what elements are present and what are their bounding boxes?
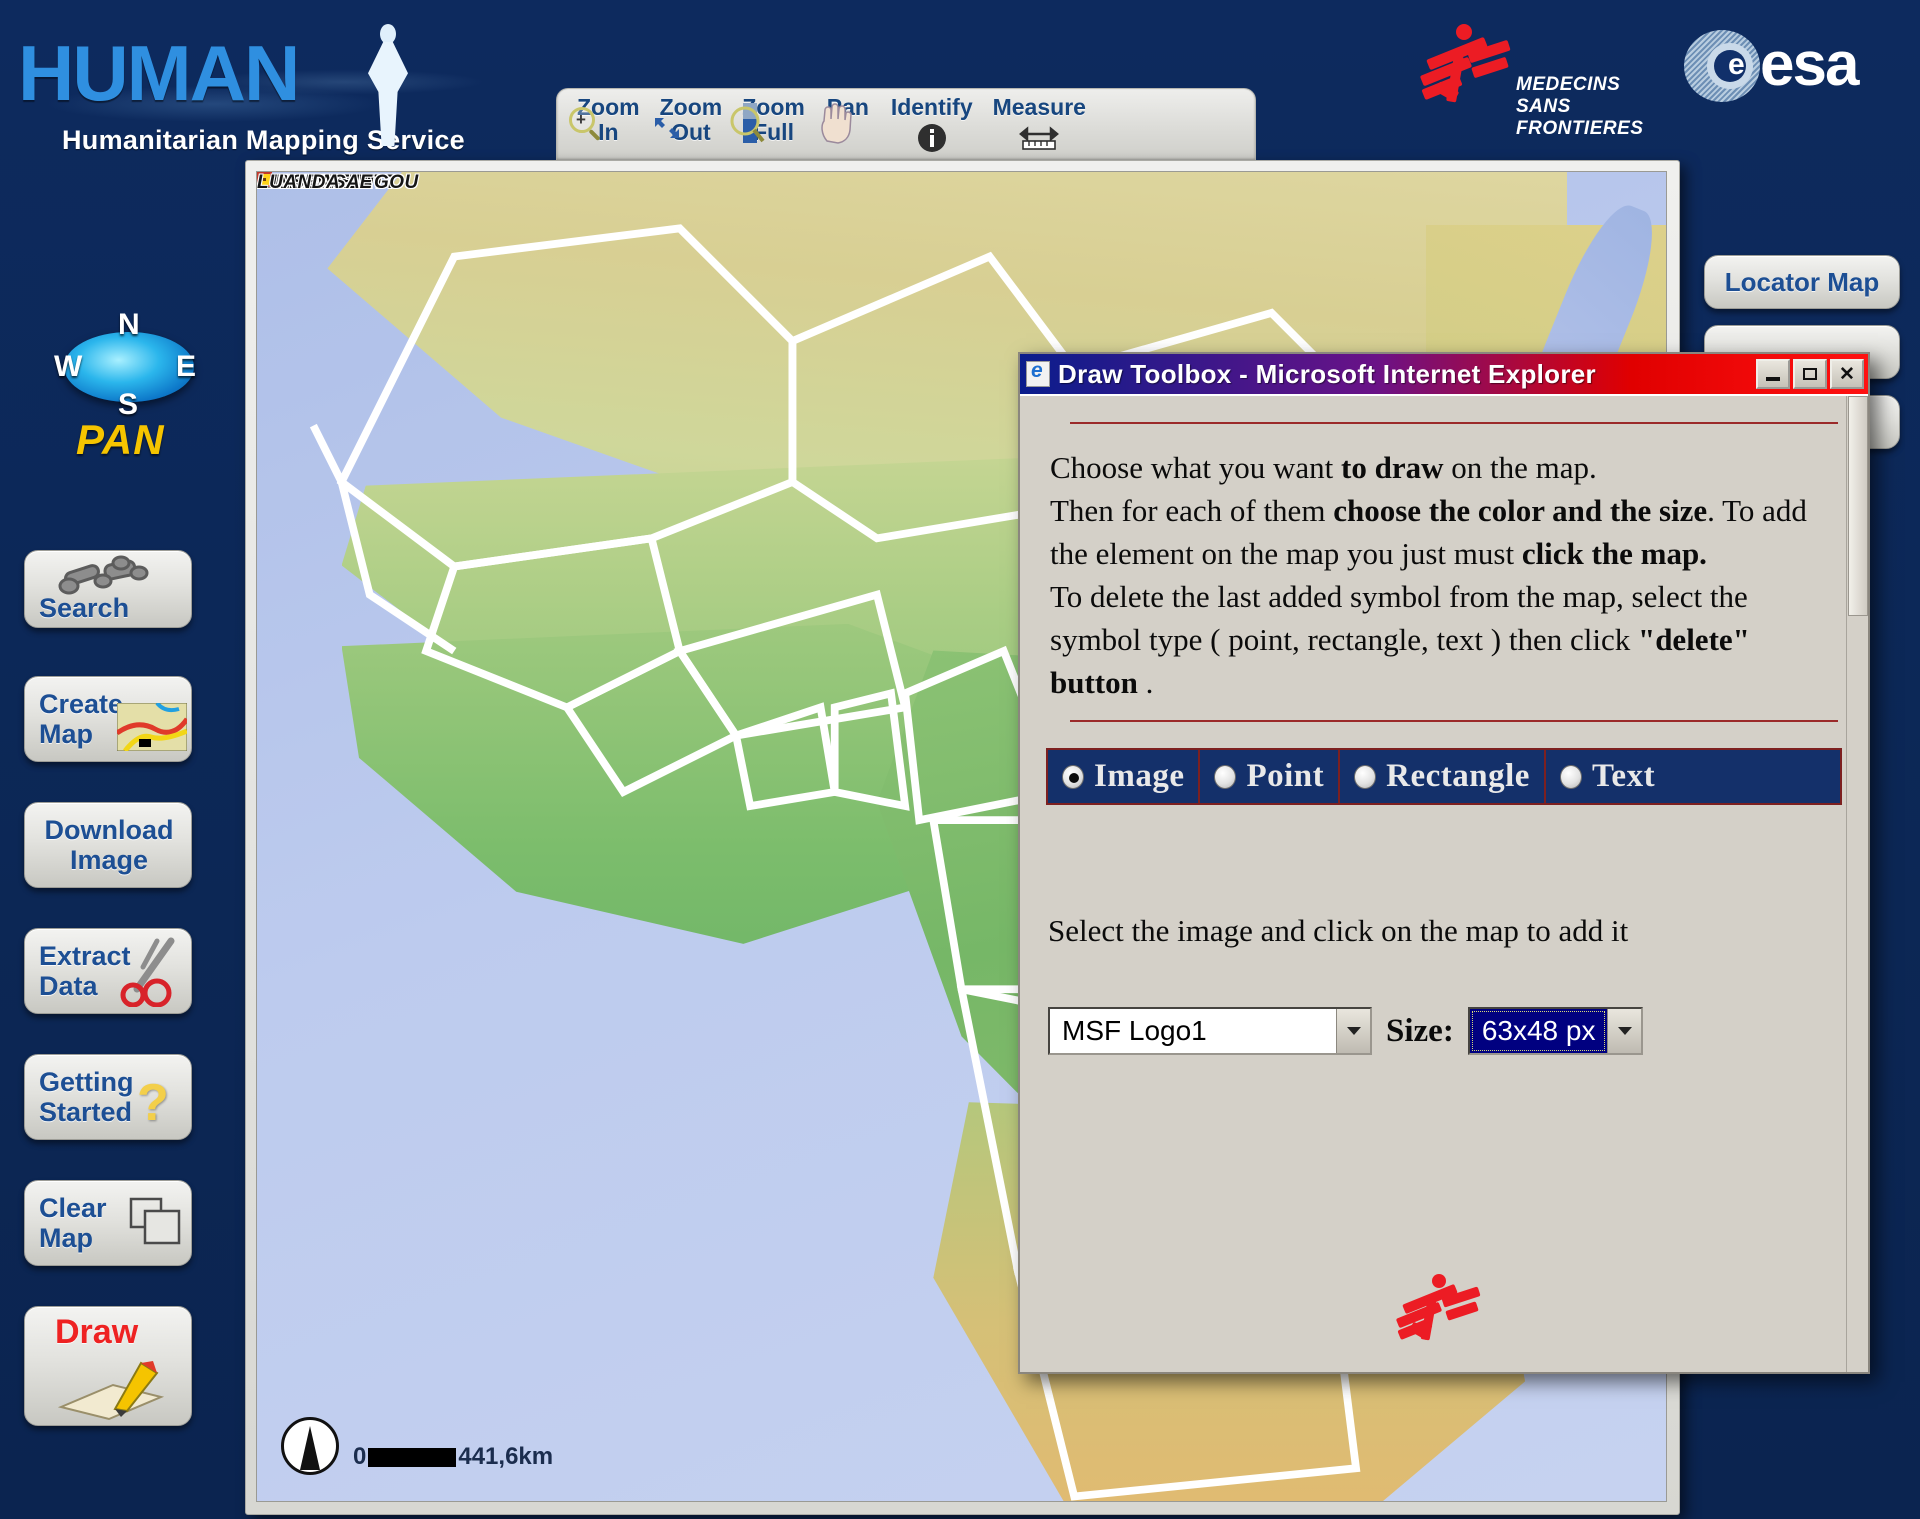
symbol-type-image-radio[interactable]: Image [1048,750,1201,803]
chevron-down-icon[interactable] [1607,1009,1642,1053]
sidebar-item-download-image-label: Download Image [44,815,174,875]
sidebar-item-getting-started[interactable]: Getting Started ? [24,1054,192,1140]
minimize-icon[interactable] [1756,359,1790,389]
radio-indicator-icon [1062,764,1084,789]
zoom-full-icon [730,99,770,147]
msf-logo-icon [1395,1272,1492,1348]
human-logo: HUMAN Humanitarian Mapping Service [14,12,534,155]
human-figure-icon [366,24,410,146]
close-icon[interactable]: ✕ [1830,359,1864,389]
scissors-icon [117,937,183,1012]
msf-logo: MEDECINS SANS FRONTIERES [1419,18,1670,139]
sidebar-item-create-map[interactable]: Create Map [24,676,192,762]
north-arrow-icon [281,1417,339,1475]
size-select-value: 63x48 px [1469,1009,1608,1053]
radio-indicator-icon [1354,764,1377,789]
tool-zoom-in[interactable]: + Zoom In [569,93,646,145]
image-and-size-controls: MSF Logo1 Size: 63x48 px [1048,1007,1846,1055]
zoom-in-icon: + [569,107,603,141]
sidebar-item-extract-data[interactable]: Extract Data [24,928,192,1014]
locator-map-button-label: Locator Map [1724,266,1880,297]
symbol-type-point-radio[interactable]: Point [1200,750,1341,803]
tool-zoom-full[interactable]: Zoom Full [730,93,811,145]
divider-top [1070,422,1838,424]
compass-north[interactable]: N [118,308,140,342]
divider-middle [1070,720,1838,722]
pan-hand-icon [815,101,857,145]
esa-globe-icon [1684,30,1760,102]
identify-info-icon [917,123,947,153]
internet-explorer-icon [1026,359,1050,387]
tool-measure-label: Measure [992,94,1086,120]
maximize-icon[interactable] [1793,359,1827,389]
overlapping-squares-icon [129,1197,185,1254]
sidebar-item-clear-map[interactable]: Clear Map [24,1180,192,1266]
dialog-title-label: Draw Toolbox - Microsoft Internet Explor… [1058,358,1596,389]
draw-toolbox-dialog: Draw Toolbox - Microsoft Internet Explor… [1018,352,1870,1374]
symbol-type-radio-group: Image Point Rectangle Text [1046,748,1842,805]
dialog-title-bar[interactable]: Draw Toolbox - Microsoft Internet Explor… [1020,354,1868,394]
esa-logo: e esa [1684,24,1906,110]
symbol-type-text-radio[interactable]: Text [1546,750,1669,803]
map-thumbnail-icon [115,701,190,756]
question-mark-icon: ? [137,1074,169,1132]
sidebar-item-create-map-label: Create Map [39,689,124,749]
map-toolbar: + Zoom In Zoom Out Zoom Full Pan Identif… [556,88,1256,160]
pencil-paper-icon [57,1359,173,1426]
tool-identify-label: Identify [890,94,973,120]
msf-mark-icon [1419,22,1516,112]
zoom-out-icon [652,115,682,141]
measure-ruler-icon [1017,125,1061,151]
sidebar-item-draw[interactable]: Draw [24,1306,192,1426]
compass-mode-label: PAN [76,416,165,463]
radio-indicator-icon [1559,764,1582,789]
sidebar-item-search-label: Search [39,593,130,623]
application-window: HUMAN Humanitarian Mapping Service + Zoo… [0,0,1920,1519]
image-select-value: MSF Logo1 [1062,1015,1207,1046]
size-label: Size: [1386,1012,1454,1049]
tool-zoom-out[interactable]: Zoom Out [654,93,729,145]
symbol-type-rectangle-label: Rectangle [1386,758,1530,794]
esa-e-glyph: e [1728,48,1745,81]
radio-indicator-icon [1214,764,1237,789]
symbol-type-image-label: Image [1094,758,1185,794]
sidebar-item-draw-label: Draw [55,1313,139,1351]
esa-wordmark: esa [1760,30,1859,99]
city-label: LUANDA [257,172,341,193]
tool-measure[interactable]: Measure [987,93,1092,150]
sidebar-item-getting-started-label: Getting Started [39,1067,134,1127]
dialog-scrollbar[interactable] [1846,396,1868,1372]
symbol-type-rectangle-radio[interactable]: Rectangle [1340,750,1546,803]
scale-bar-fill [368,1447,457,1467]
symbol-type-point-label: Point [1246,758,1325,794]
dialog-instructions: Choose what you want to draw on the map.… [1050,450,1807,700]
sidebar-item-clear-map-label: Clear Map [39,1193,107,1253]
tool-pan[interactable]: Pan [819,93,877,144]
scrollbar-thumb[interactable] [1848,396,1868,616]
chevron-down-icon[interactable] [1336,1009,1370,1053]
scale-zero: 0 [353,1443,367,1470]
brand-title: HUMAN [18,29,300,117]
sidebar-item-search[interactable]: Search [24,550,192,628]
compass-east[interactable]: E [176,350,196,384]
msf-label-line1: MEDECINS [1516,74,1621,95]
locator-map-button[interactable]: Locator Map [1704,255,1900,309]
compass-pan-widget[interactable]: N W E S PAN [30,308,220,470]
dialog-body: Choose what you want to draw on the map.… [1020,394,1868,1372]
map-scale-bar: 0 441,6km [353,1443,553,1471]
sidebar-item-download-image[interactable]: Download Image [24,802,192,888]
tool-identify[interactable]: Identify [885,93,979,152]
compass-west[interactable]: W [54,350,82,384]
scale-distance: 441,6km [458,1443,554,1470]
image-selection-hint: Select the image and click on the map to… [1048,913,1629,948]
size-select[interactable]: 63x48 px [1467,1007,1644,1055]
image-select[interactable]: MSF Logo1 [1048,1007,1372,1055]
msf-label-line2: SANS FRONTIERES [1516,96,1644,139]
symbol-type-text-label: Text [1591,758,1656,794]
